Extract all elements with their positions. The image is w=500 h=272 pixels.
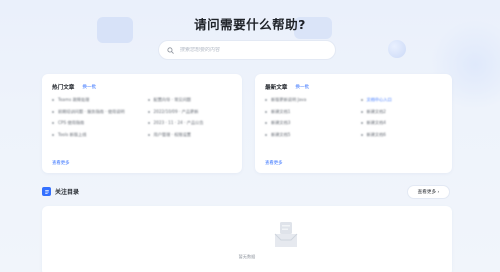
card-title: 热门文章 [52,85,75,91]
list-item[interactable]: 新建文档5 [265,131,355,139]
decor-sphere [388,40,406,58]
list-item[interactable]: 用户管理 · 权限设置 [148,131,238,139]
list-item[interactable]: 2023 · 11 · 24 · 产品公告 [148,119,238,127]
search-icon [167,46,174,54]
page-title: 请问需要什么帮助? [194,17,306,32]
list-item[interactable]: 新版更新说明 Java [265,96,355,104]
list-item[interactable]: 文档中心入口 [361,96,451,104]
article-list: Teams 故障处理 配置向导 · 常见问题 前期培训问题 · 服务指南 · 使… [52,96,237,139]
card-header: 热门文章 换一批 [52,83,96,91]
empty-state-text: 暂无数据 [238,254,256,259]
list-item[interactable]: 新建文档4 [361,119,451,127]
list-item[interactable]: Tools 新版上线 [52,131,142,139]
view-more-link[interactable]: 查看更多 [265,160,283,166]
list-item[interactable]: 新建文档2 [361,108,451,116]
list-item[interactable]: 配置向导 · 常见问题 [148,96,238,104]
card-title: 最新文章 [265,85,288,91]
view-more-button[interactable]: 查看更多 › [407,185,450,199]
list-item[interactable]: 前期培训问题 · 服务指南 · 使用说明 [52,108,142,116]
empty-box-icon [274,222,298,247]
hot-articles-card: 热门文章 换一批 Teams 故障处理 配置向导 · 常见问题 前期培训问题 ·… [42,74,242,173]
refresh-batch-link[interactable]: 换一批 [295,84,309,90]
list-item[interactable]: Teams 故障处理 [52,96,142,104]
bookmark-icon [42,187,51,196]
article-list: 新版更新说明 Java 文档中心入口 新建文档1 新建文档2 新建文档3 新建文… [265,96,450,139]
section-title: 关注目录 [55,189,80,196]
list-item[interactable]: 新建文档1 [265,108,355,116]
card-header: 最新文章 换一批 [265,83,309,91]
follow-directory-card: 暂无数据 [42,206,452,272]
list-item[interactable]: CPS 使用指南 [52,119,142,127]
search-bar[interactable] [158,40,336,60]
view-more-link[interactable]: 查看更多 [52,160,70,166]
follow-section-header: 关注目录 [42,187,79,196]
list-item[interactable]: 新建文档6 [361,131,451,139]
list-item[interactable]: 2022/10/09 · 产品更新 [148,108,238,116]
refresh-batch-link[interactable]: 换一批 [82,84,96,90]
list-item[interactable]: 新建文档3 [265,119,355,127]
search-input[interactable] [180,47,320,53]
latest-articles-card: 最新文章 换一批 新版更新说明 Java 文档中心入口 新建文档1 新建文档2 … [255,74,452,173]
